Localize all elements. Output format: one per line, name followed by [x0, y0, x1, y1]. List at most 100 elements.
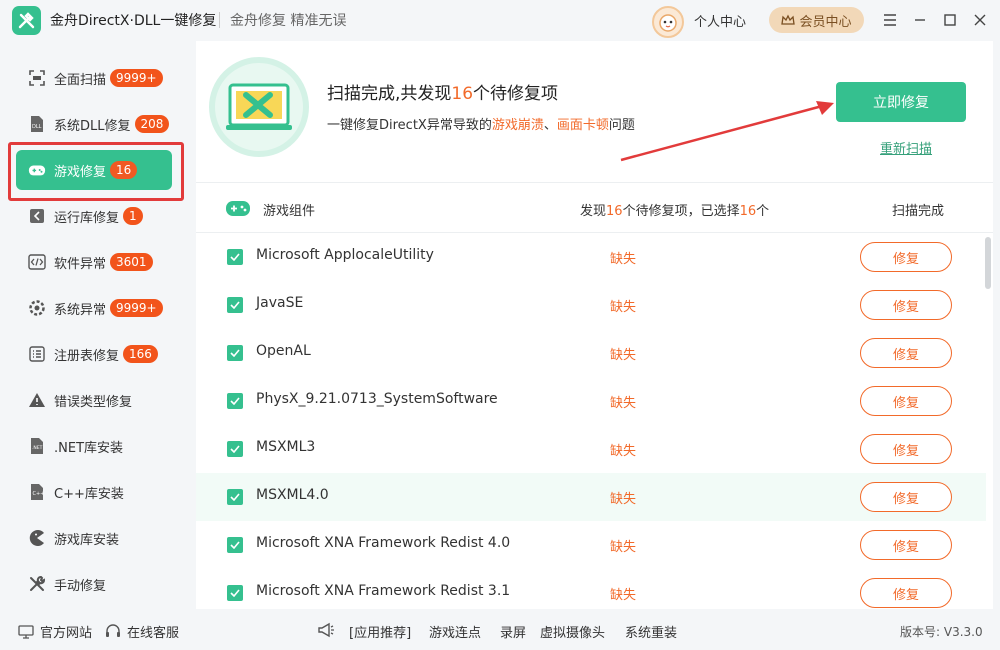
scan-result-subtitle: 一键修复DirectX异常导致的游戏崩溃、画面卡顿问题: [327, 118, 635, 133]
repair-button[interactable]: 修复: [860, 386, 952, 416]
scrollbar-thumb[interactable]: [985, 237, 991, 289]
official-site-link[interactable]: 官方网站: [18, 622, 92, 641]
list-header-title: 游戏组件: [263, 204, 316, 219]
fix-now-button[interactable]: 立即修复: [836, 82, 966, 122]
minimize-icon[interactable]: [910, 10, 930, 30]
user-avatar[interactable]: [652, 6, 684, 38]
title-bar: 金舟DirectX·DLL一键修复 金舟修复 精准无误 个人中心 会员中心: [0, 0, 1000, 40]
main-panel: 扫描完成,共发现16个待修复项 一键修复DirectX异常导致的游戏崩溃、画面卡…: [196, 41, 993, 609]
list-item: JavaSE 缺失 修复: [196, 281, 986, 329]
recommend-link-auto-clicker[interactable]: 游戏连点: [429, 622, 481, 641]
list-item: Microsoft ApplocaleUtility 缺失 修复: [196, 233, 986, 281]
footer: 官方网站 在线客服 [应用推荐] 游戏连点 录屏 虚拟摄像头 系统重装 版本号:…: [0, 612, 1000, 650]
dll-icon: DLL: [28, 115, 46, 133]
recommend-link-system-reinstall[interactable]: 系统重装: [625, 622, 677, 641]
recommend-link-screen-record[interactable]: 录屏: [500, 622, 526, 641]
component-name: Microsoft XNA Framework Redist 4.0: [256, 535, 511, 551]
component-status: 缺失: [610, 396, 637, 411]
pacman-icon: [28, 529, 46, 547]
repair-button[interactable]: 修复: [860, 338, 952, 368]
list-item: PhysX_9.21.0713_SystemSoftware 缺失 修复: [196, 377, 986, 425]
row-checkbox[interactable]: [227, 345, 243, 361]
menu-icon[interactable]: [880, 10, 900, 30]
crown-icon: [781, 14, 796, 25]
version-label: 版本号: V3.3.0: [900, 625, 983, 639]
sidebar-item-error-type[interactable]: 错误类型修复: [16, 380, 172, 420]
svg-text:C++: C++: [33, 491, 45, 497]
count-badge: 208: [134, 115, 170, 133]
sidebar-item-label: 系统DLL修复: [54, 118, 131, 134]
count-badge: 1: [123, 207, 143, 225]
sidebar-item-dotnet[interactable]: .NET .NET库安装: [16, 426, 172, 466]
scan-result-title: 扫描完成,共发现16个待修复项: [327, 84, 559, 104]
component-status: 缺失: [610, 492, 637, 507]
sidebar-item-label: 手动修复: [54, 578, 107, 594]
component-name: PhysX_9.21.0713_SystemSoftware: [256, 391, 498, 407]
sidebar-item-label: .NET库安装: [54, 440, 124, 456]
warning-icon: [28, 391, 46, 409]
sidebar-item-system-dll[interactable]: DLL 系统DLL修复 208: [16, 104, 172, 144]
component-status: 缺失: [610, 588, 637, 603]
svg-text:.NET: .NET: [32, 445, 43, 451]
repair-button[interactable]: 修复: [860, 482, 952, 512]
close-icon[interactable]: [970, 10, 990, 30]
sidebar-item-registry[interactable]: 注册表修复 166: [16, 334, 172, 374]
online-service-link[interactable]: 在线客服: [105, 622, 179, 641]
sidebar-item-label: C++库安装: [54, 486, 124, 502]
sidebar-item-software-error[interactable]: 软件异常 3601: [16, 242, 172, 282]
count-badge: 166: [123, 345, 158, 363]
user-center-link[interactable]: 个人中心: [694, 11, 746, 30]
maximize-icon[interactable]: [940, 10, 960, 30]
repair-button[interactable]: 修复: [860, 530, 952, 560]
list-item: Microsoft XNA Framework Redist 3.1 缺失 修复: [196, 569, 986, 609]
vip-center-button[interactable]: 会员中心: [769, 7, 864, 33]
scan-status: 扫描完成: [892, 204, 945, 219]
found-summary: 发现16个待修复项，已选择16个: [580, 204, 770, 219]
component-status: 缺失: [610, 300, 637, 315]
app-slogan: 金舟修复 精准无误: [230, 13, 347, 29]
sidebar-item-label: 全面扫描: [54, 72, 107, 88]
sidebar-item-label: 运行库修复: [54, 210, 120, 226]
rescan-link[interactable]: 重新扫描: [880, 138, 932, 157]
sidebar-item-runtime[interactable]: 运行库修复 1: [16, 196, 172, 236]
scan-icon: [28, 69, 46, 87]
sidebar-item-system-error[interactable]: 系统异常 9999+: [16, 288, 172, 328]
app-title: 金舟DirectX·DLL一键修复: [50, 13, 217, 29]
vip-center-label: 会员中心: [799, 14, 852, 30]
repair-button[interactable]: 修复: [860, 578, 952, 608]
row-checkbox[interactable]: [227, 489, 243, 505]
red-arrow-annotation: [620, 101, 834, 162]
row-checkbox[interactable]: [227, 441, 243, 457]
online-service-label: 在线客服: [127, 626, 180, 641]
sidebar-item-cpp[interactable]: C++ C++库安装: [16, 472, 172, 512]
sidebar-item-game-library[interactable]: 游戏库安装: [16, 518, 172, 558]
row-checkbox[interactable]: [227, 249, 243, 265]
repair-button[interactable]: 修复: [860, 290, 952, 320]
count-badge: 3601: [110, 253, 153, 271]
component-status: 缺失: [610, 348, 637, 363]
component-name: MSXML3: [256, 439, 316, 455]
sidebar-item-full-scan[interactable]: 全面扫描 9999+: [16, 58, 172, 98]
cpp-icon: C++: [28, 483, 46, 501]
sidebar-item-label: 系统异常: [54, 302, 107, 318]
component-name: Microsoft XNA Framework Redist 3.1: [256, 583, 511, 599]
count-badge: 9999+: [110, 69, 163, 87]
monitor-icon: [18, 624, 34, 639]
directx-illustration-icon: [209, 57, 309, 157]
row-checkbox[interactable]: [227, 297, 243, 313]
row-checkbox[interactable]: [227, 585, 243, 601]
headset-icon: [106, 624, 120, 637]
net-icon: .NET: [28, 437, 46, 455]
component-name: JavaSE: [256, 295, 304, 311]
list-scrollbar[interactable]: [985, 233, 991, 609]
component-list: Microsoft ApplocaleUtility 缺失 修复 JavaSE …: [196, 233, 986, 609]
scan-result-banner: 扫描完成,共发现16个待修复项 一键修复DirectX异常导致的游戏崩溃、画面卡…: [196, 41, 993, 182]
row-checkbox[interactable]: [227, 537, 243, 553]
repair-button[interactable]: 修复: [860, 434, 952, 464]
sidebar-item-manual-repair[interactable]: 手动修复: [16, 564, 172, 604]
row-checkbox[interactable]: [227, 393, 243, 409]
list-item: OpenAL 缺失 修复: [196, 329, 986, 377]
recommend-link-virtual-camera[interactable]: 虚拟摄像头: [540, 622, 605, 641]
repair-button[interactable]: 修复: [860, 242, 952, 272]
svg-text:DLL: DLL: [32, 124, 42, 130]
